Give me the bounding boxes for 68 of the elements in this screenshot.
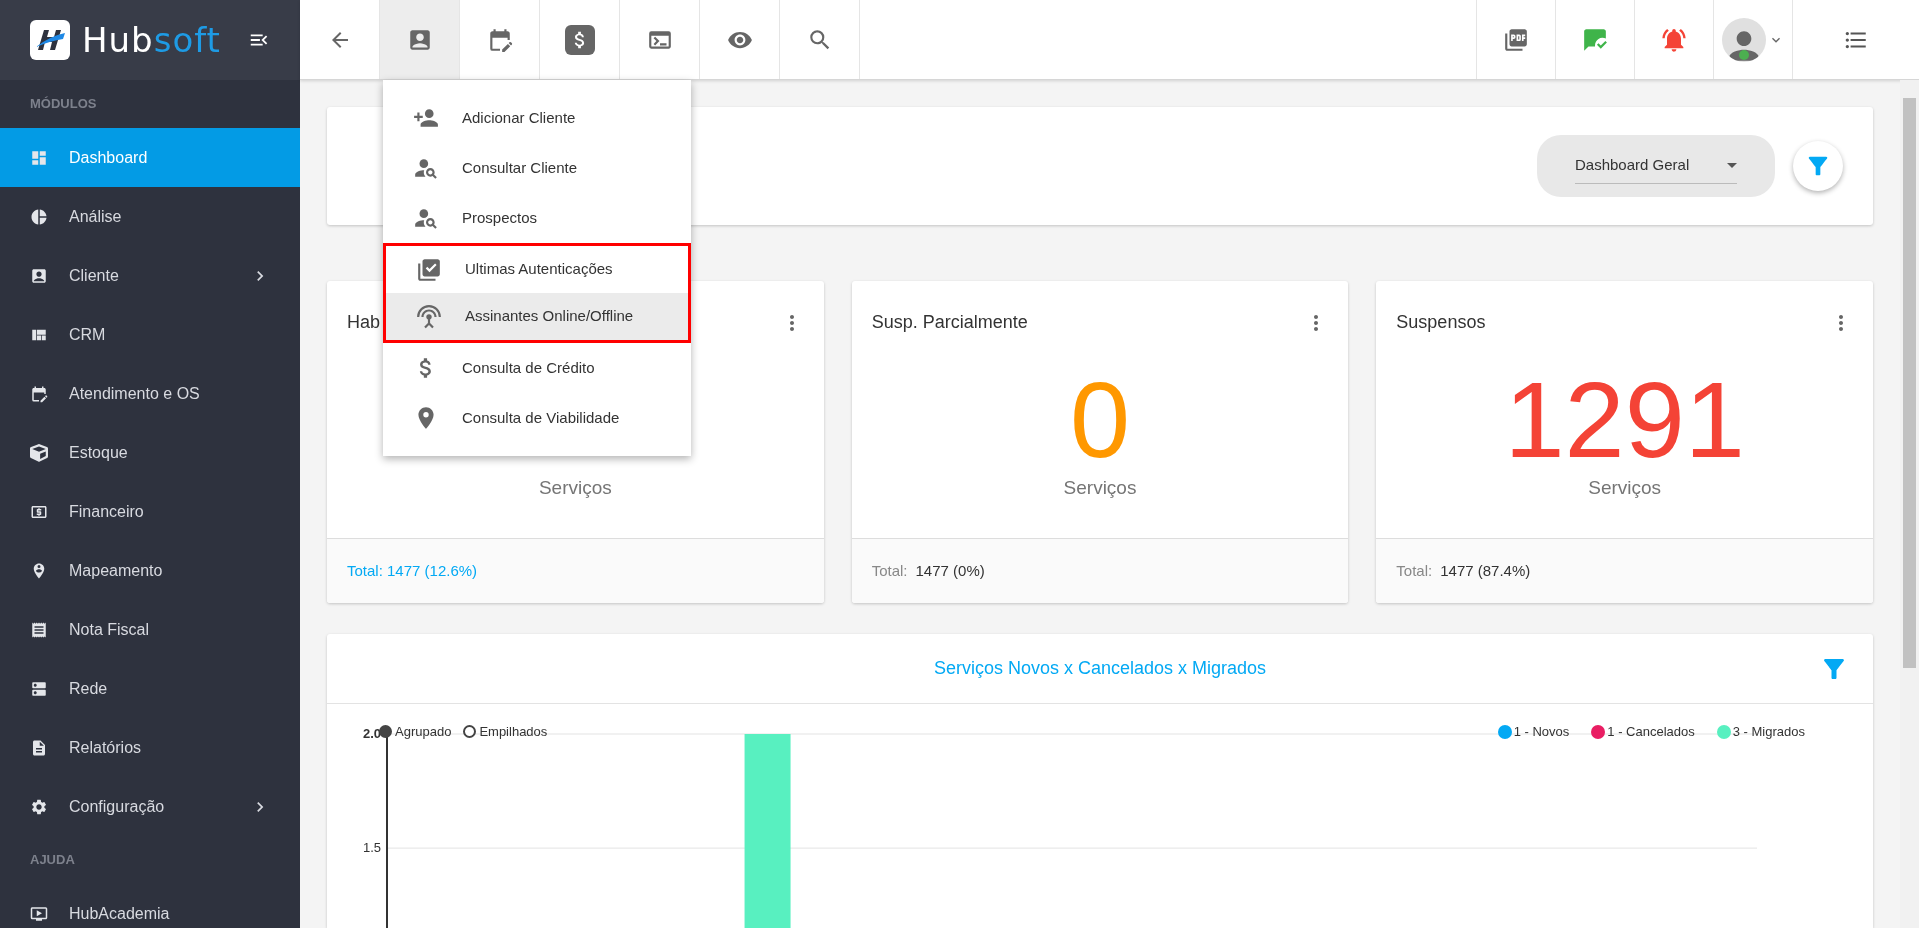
dropdown-caret-icon	[1727, 163, 1737, 168]
y-tick-label: 2.0	[362, 726, 381, 741]
cube-icon	[30, 443, 48, 462]
menu-item[interactable]: Prospectos	[383, 193, 691, 243]
toolbar-tab[interactable]	[380, 0, 460, 79]
server-icon	[30, 679, 48, 698]
toolbar-tab[interactable]	[700, 0, 780, 79]
legend-label: 1 - Novos	[1513, 723, 1570, 741]
person-card-icon	[30, 266, 48, 285]
y-tick-label: 1.5	[362, 840, 381, 856]
sidebar-item[interactable]: Estoque	[0, 423, 300, 482]
sidebar-item[interactable]: CRM	[0, 305, 300, 364]
logo-icon	[30, 20, 70, 60]
calendar-icon	[30, 384, 48, 403]
radio-label: Empilhados	[479, 723, 548, 741]
stat-unit: Serviços	[1063, 475, 1137, 500]
dashboard-select[interactable]: Dashboard Geral	[1537, 135, 1775, 197]
stat-value: 0	[1069, 365, 1131, 474]
sidebar-item[interactable]: Relatórios	[0, 718, 300, 777]
stat-unit: Serviços	[538, 475, 612, 500]
card-title: Suspensos	[1396, 311, 1486, 334]
sidebar-item[interactable]: Rede	[0, 659, 300, 718]
section-heading: MÓDULOS	[30, 95, 97, 114]
menu-item[interactable]: Consulta de Viabilidade	[383, 393, 691, 443]
menu-item[interactable]: Consulta de Crédito	[383, 343, 691, 393]
menu-item[interactable]: Assinantes Online/Offline	[383, 293, 691, 343]
toolbar-tab[interactable]	[460, 0, 540, 79]
stat-unit: Serviços	[1588, 475, 1662, 500]
receipt-icon	[30, 620, 48, 639]
dollar-icon	[564, 24, 595, 55]
sidebar-item[interactable]: Configuração	[0, 777, 300, 836]
toolbar-tab[interactable]	[540, 0, 620, 79]
total-value: 1477 (0%)	[915, 560, 985, 581]
pdf-file-icon	[1503, 26, 1529, 53]
total-label: Total:	[1396, 560, 1433, 581]
sidebar-item[interactable]: Atendimento e OS	[0, 364, 300, 423]
stat-value: 1291	[1504, 365, 1745, 474]
video-icon	[30, 904, 48, 923]
legend-label: 1 - Cancelados	[1607, 723, 1695, 741]
menu-item[interactable]: Ultimas Autenticações	[383, 243, 691, 293]
radio-button[interactable]	[379, 725, 392, 739]
menu-item[interactable]: Adicionar Cliente	[383, 93, 691, 143]
document-icon	[30, 738, 48, 757]
dashboard-icon	[30, 148, 48, 167]
sidebar-item[interactable]: HubAcademia	[0, 884, 300, 928]
brand-name: Hubsoft	[82, 23, 221, 57]
card-title: Susp. Parcialmente	[871, 311, 1028, 334]
filter-button[interactable]	[1793, 141, 1843, 191]
card-title: Hab	[347, 311, 381, 334]
pie-chart-icon	[30, 207, 48, 226]
settings-icon	[30, 797, 48, 816]
sidebar-item[interactable]: Cliente	[0, 246, 300, 305]
radio-button[interactable]	[463, 725, 477, 739]
sidebar-item[interactable]: Financeiro	[0, 482, 300, 541]
section-heading: AJUDA	[30, 851, 75, 870]
total-label: Total:	[871, 560, 908, 581]
sidebar-item[interactable]: Análise	[0, 187, 300, 246]
radio-label: Agrupado	[395, 723, 452, 741]
legend-label: 3 - Migrados	[1732, 723, 1805, 741]
sidebar-item[interactable]: Nota Fiscal	[0, 600, 300, 659]
chart-title: Serviços Novos x Cancelados x Migrados	[933, 657, 1267, 680]
total-value: 1477 (87.4%)	[1440, 560, 1531, 581]
avatar	[1722, 17, 1766, 62]
check-stack-icon	[416, 256, 442, 283]
menu-item[interactable]: Consultar Cliente	[383, 143, 691, 193]
toolbar-tab[interactable]	[620, 0, 700, 79]
sidebar-item[interactable]: Mapeamento	[0, 541, 300, 600]
chat-check-icon	[1582, 26, 1608, 53]
